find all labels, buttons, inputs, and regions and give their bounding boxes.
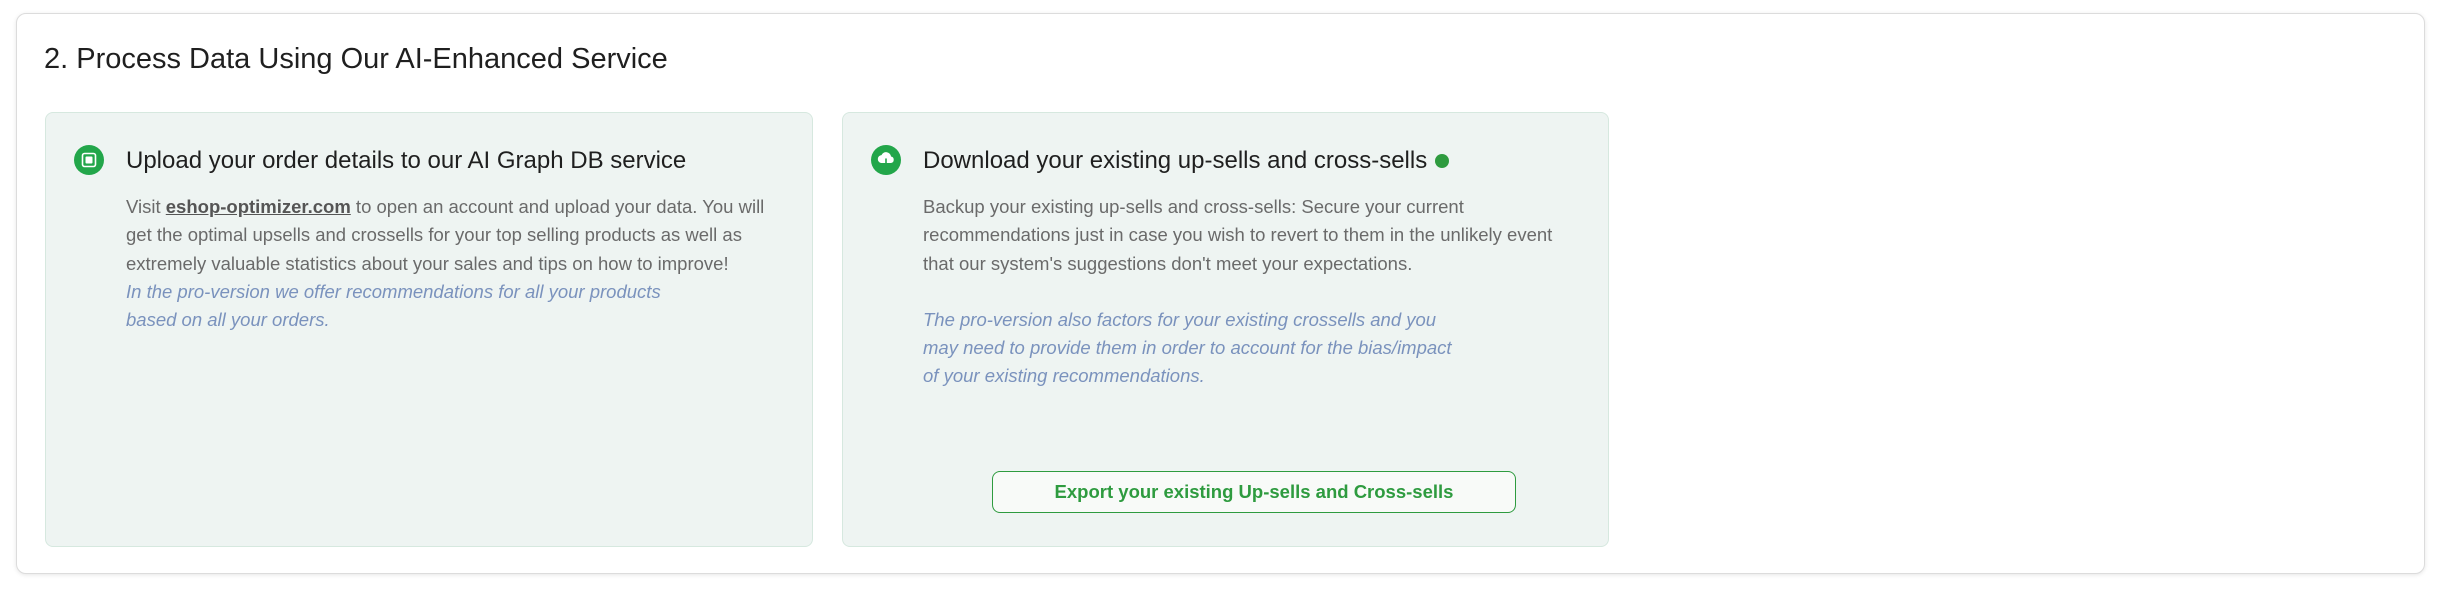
- chip-icon: [74, 145, 104, 175]
- download-card-title: Download your existing up-sells and cros…: [923, 147, 1450, 175]
- upload-pro-note: In the pro-version we offer recommendati…: [126, 280, 661, 331]
- download-card: Download your existing up-sells and cros…: [842, 112, 1609, 547]
- cloud-download-icon: [871, 145, 901, 175]
- download-card-body: Backup your existing up-sells and cross-…: [923, 193, 1583, 391]
- section-title: 2. Process Data Using Our AI-Enhanced Se…: [44, 43, 668, 75]
- status-dot: [1435, 154, 1450, 168]
- upload-card: Upload your order details to our AI Grap…: [45, 112, 813, 547]
- upload-card-title-text: Upload your order details to our AI Grap…: [126, 147, 687, 174]
- upload-body-prefix: Visit: [126, 196, 166, 217]
- upload-card-body: Visit eshop-optimizer.com to open an acc…: [126, 193, 776, 334]
- eshop-optimizer-link[interactable]: eshop-optimizer.com: [166, 196, 351, 217]
- download-pro-note: The pro-version also factors for your ex…: [923, 308, 1452, 387]
- download-card-title-text: Download your existing up-sells and cros…: [923, 147, 1428, 174]
- download-body-text: Backup your existing up-sells and cross-…: [923, 196, 1553, 274]
- export-upsells-crosssells-button[interactable]: Export your existing Up-sells and Cross-…: [992, 471, 1516, 513]
- upload-card-title: Upload your order details to our AI Grap…: [126, 147, 686, 175]
